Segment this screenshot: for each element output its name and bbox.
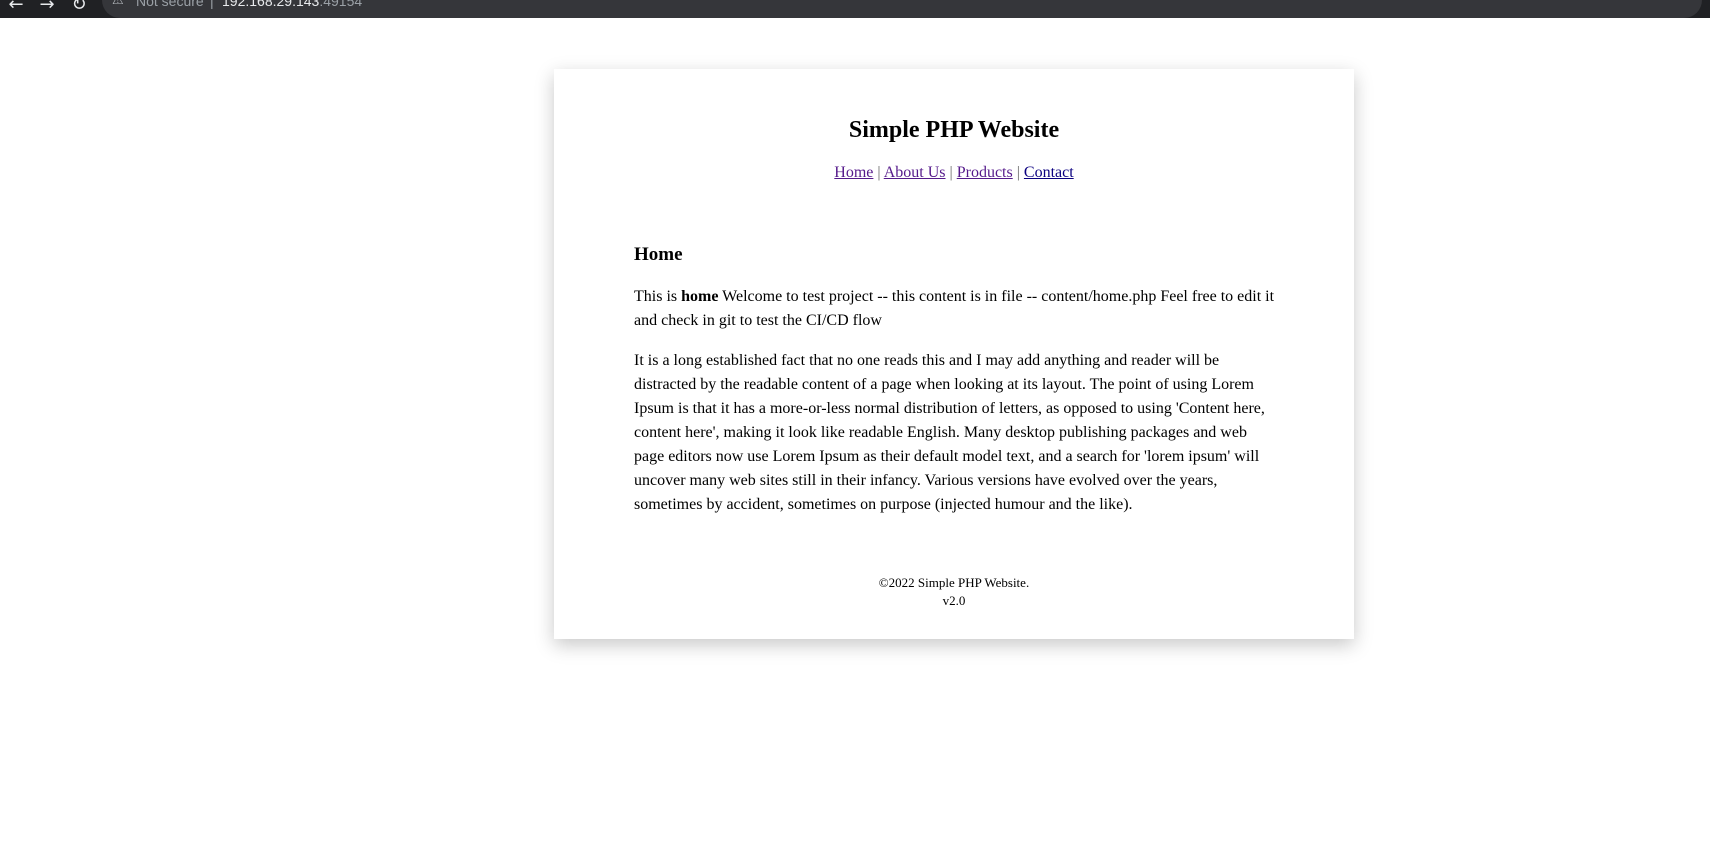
content-heading: Home	[634, 244, 683, 265]
nav-link-products[interactable]: Products	[957, 164, 1013, 181]
browser-toolbar: ← → ↻ ⚠ Not secure | 192.168.29.143:4915…	[0, 0, 1710, 18]
back-arrow-icon[interactable]: ←	[6, 0, 26, 15]
url-port: :49154	[319, 0, 363, 9]
intro-rest: Welcome to test project -- this content …	[634, 288, 1275, 329]
lorem-paragraph: It is a long established fact that no on…	[634, 352, 1265, 513]
site-nav: Home | About Us | Products | Contact	[554, 164, 1354, 182]
warning-icon[interactable]: ⚠	[112, 0, 126, 8]
url-host: 192.168.29.143	[222, 0, 320, 9]
nav-link-contact[interactable]: Contact	[1024, 164, 1074, 181]
nav-separator: |	[1016, 164, 1020, 181]
address-separator: |	[210, 0, 214, 9]
reload-icon[interactable]: ↻	[69, 0, 89, 15]
intro-prefix: This is	[634, 288, 682, 305]
nav-separator: |	[877, 164, 881, 181]
footer-version: v2.0	[942, 593, 966, 608]
footer: ©2022 Simple PHP Website. v2.0	[554, 574, 1354, 610]
intro-bold-word: home	[681, 288, 719, 305]
url-text[interactable]: 192.168.29.143:49154	[222, 0, 362, 8]
nav-link-about-us[interactable]: About Us	[884, 164, 946, 181]
forward-arrow-icon[interactable]: →	[37, 0, 57, 15]
security-indicator[interactable]: Not secure	[136, 0, 204, 8]
nav-link-home[interactable]: Home	[834, 164, 873, 181]
nav-separator: |	[949, 164, 953, 181]
page-card: Simple PHP Website Home | About Us | Pro…	[554, 69, 1354, 639]
intro-paragraph: This is home Welcome to test project -- …	[634, 285, 1279, 333]
footer-copyright: ©2022 Simple PHP Website.	[878, 575, 1030, 590]
site-title: Simple PHP Website	[848, 117, 1060, 143]
